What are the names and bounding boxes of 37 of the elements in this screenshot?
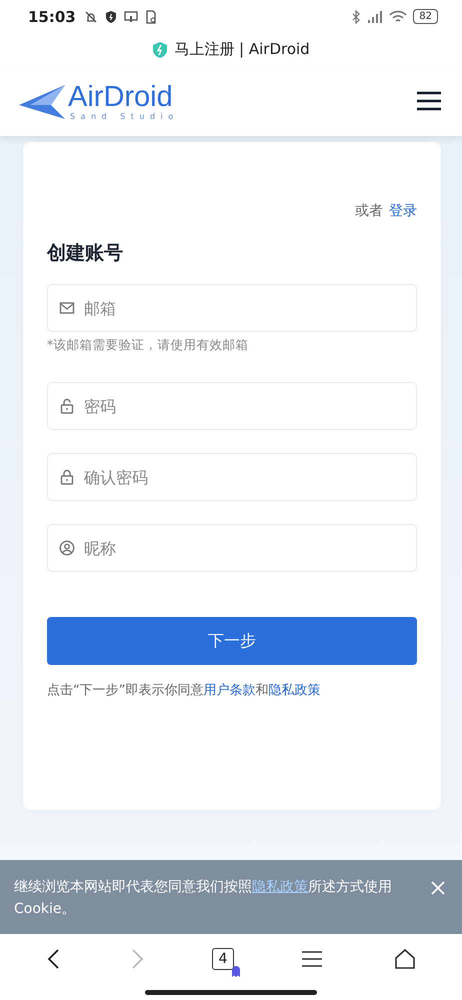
file-icon — [144, 10, 158, 24]
bluetooth-icon — [351, 10, 362, 24]
terms-link[interactable]: 用户条款 — [203, 683, 256, 698]
logo-tagline: Sand Studio — [70, 112, 179, 120]
menu-icon — [301, 950, 324, 968]
page-title: 马上注册 | AirDroid — [174, 40, 310, 59]
mail-icon — [59, 300, 75, 316]
shield-icon — [152, 40, 168, 58]
login-link[interactable]: 登录 — [389, 202, 417, 220]
user-icon — [59, 540, 75, 556]
padlock-icon — [59, 469, 75, 485]
ghost-icon — [230, 965, 241, 977]
bell-off-icon — [84, 10, 98, 24]
next-button[interactable]: 下一步 — [47, 617, 417, 665]
shield-icon — [104, 10, 118, 24]
back-icon — [46, 948, 60, 970]
logo-name: AirDroid — [68, 82, 174, 112]
forward-icon — [130, 948, 145, 970]
signal-icon — [367, 10, 384, 24]
input-field[interactable]: 密码 — [47, 382, 417, 430]
unlocked-padlock-icon — [59, 398, 75, 414]
privacy-link[interactable]: 隐私政策 — [268, 683, 320, 698]
cookie-notice: 继续浏览本网站即代表您同意我们按照隐私政策所述方式使用Cookie。 — [14, 878, 393, 919]
input-field[interactable]: 确认密码 — [47, 453, 417, 501]
menu-icon — [416, 91, 442, 111]
battery-indicator: 82 — [413, 9, 438, 24]
home-icon — [394, 948, 416, 970]
input-field[interactable]: 昵称 — [47, 524, 417, 572]
wifi-icon — [389, 10, 408, 24]
input-field[interactable]: 邮箱 — [47, 284, 417, 332]
form-title: 创建账号 — [47, 241, 124, 266]
terms-text: 点击“下一步”即表示你同意用户条款和隐私政策 — [47, 682, 322, 699]
login-prompt: 或者 — [355, 202, 383, 220]
status-time: 15:03 — [28, 8, 76, 26]
close-icon — [430, 880, 446, 896]
screen-icon — [124, 10, 138, 24]
field-hint: *该邮箱需要验证，请使用有效邮箱 — [47, 337, 250, 354]
